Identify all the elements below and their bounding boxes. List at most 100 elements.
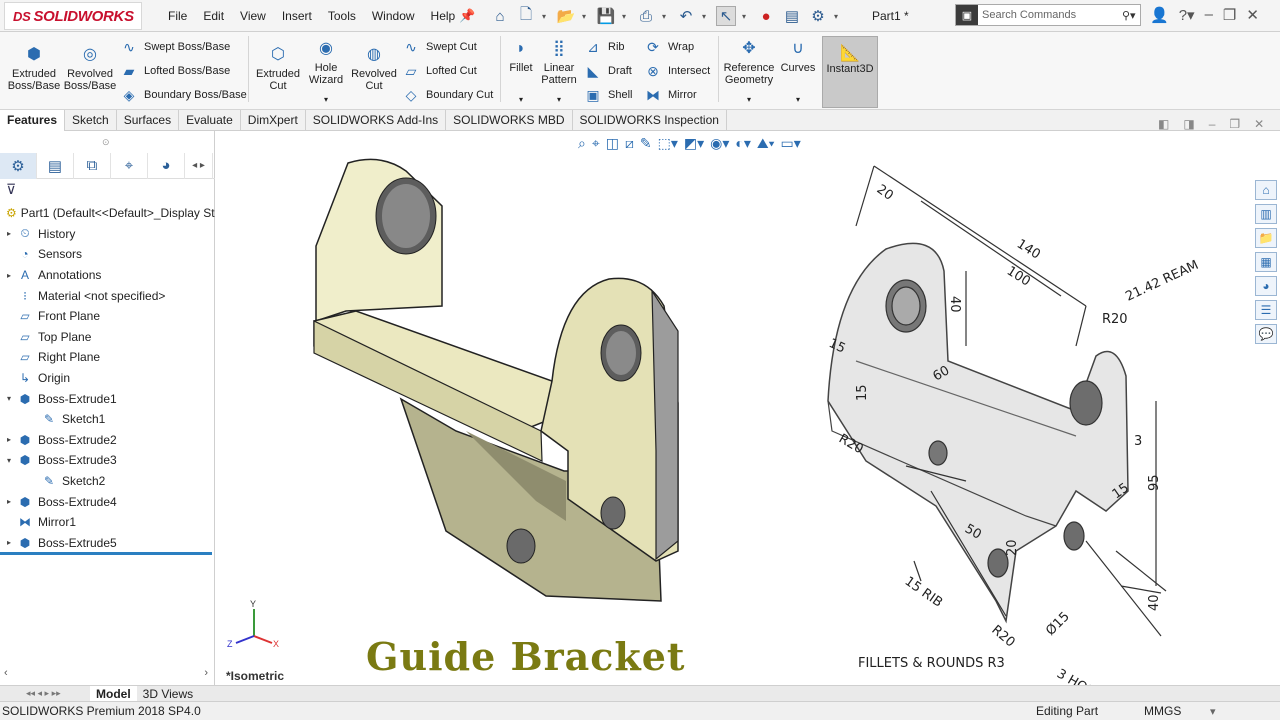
help-icon[interactable]: ?▾ [1179, 6, 1195, 24]
options-gear-icon[interactable]: ⚙ [808, 6, 828, 26]
instant3d-button[interactable]: 📐 Instant3D [822, 36, 878, 108]
tree-item[interactable]: ✎ Sketch2 [0, 471, 215, 492]
linear-pattern-button[interactable]: ⣿ Linear Pattern ▾ [540, 38, 578, 106]
section-view-icon[interactable]: ⧄ [625, 135, 634, 152]
tab-mbd[interactable]: SOLIDWORKS MBD [446, 110, 573, 131]
tab-model[interactable]: Model [90, 685, 137, 702]
draft-button[interactable]: ◣ Draft [584, 61, 632, 81]
chevron-down-icon[interactable]: ▾ [834, 12, 842, 21]
viewport-tile-left-icon[interactable]: ◧ [1158, 117, 1169, 131]
lofted-boss-button[interactable]: ▰ Lofted Boss/Base [120, 61, 231, 81]
expand-toggle-icon[interactable]: ▸ [4, 435, 14, 444]
pin-icon[interactable]: 📌 [459, 8, 475, 24]
close-icon[interactable]: ✕ [1246, 6, 1259, 24]
viewport-tile-right-icon[interactable]: ◨ [1183, 117, 1194, 131]
chevron-down-icon[interactable]: ▾ [542, 12, 550, 21]
viewport-minimize-icon[interactable]: – [1209, 117, 1216, 131]
chevron-down-icon[interactable]: ▾ [742, 12, 750, 21]
maximize-icon[interactable]: ❐ [1223, 6, 1236, 24]
tree-item[interactable]: ▾ ⬢ Boss-Extrude1 [0, 388, 215, 409]
lofted-cut-button[interactable]: ▱ Lofted Cut [402, 61, 477, 81]
edit-appearance-icon[interactable]: ◐▾ [735, 135, 750, 152]
tab-nav-arrows-icon[interactable]: ◂◂ ◂ ▸ ▸▸ [0, 688, 90, 699]
view-settings-icon[interactable]: ▭▾ [781, 135, 801, 152]
pane-arrows-icon[interactable]: ◂ ▸ [185, 152, 213, 179]
file-properties-icon[interactable]: ▤ [782, 6, 802, 26]
tab-dimxpert[interactable]: DimXpert [241, 110, 306, 131]
display-manager-tab-icon[interactable]: ◕ [148, 152, 185, 179]
tree-item[interactable]: ▸ ⏲ History [0, 224, 215, 245]
tree-item[interactable]: ✎ Sketch1 [0, 409, 215, 430]
reference-geometry-button[interactable]: ✥ Reference Geometry ▾ [722, 38, 776, 106]
view-orientation-icon[interactable]: ⬚▾ [658, 135, 678, 152]
new-document-icon[interactable]: 🗋 [516, 6, 536, 26]
graphics-area[interactable]: Y X Z 20 140 100 40 15 R20 21.42 REAM 60… [216, 117, 1280, 685]
tab-surfaces[interactable]: Surfaces [117, 110, 180, 131]
isometric-part-model[interactable] [313, 158, 679, 602]
wrap-button[interactable]: ⟳ Wrap [644, 37, 694, 57]
dynamic-annotation-icon[interactable]: ✎ [640, 135, 652, 152]
shell-button[interactable]: ▣ Shell [584, 85, 632, 105]
expand-toggle-icon[interactable]: ▸ [4, 538, 14, 547]
tab-features[interactable]: Features [0, 110, 66, 131]
expand-toggle-icon[interactable]: ▸ [4, 229, 14, 238]
scroll-right-icon[interactable]: › [204, 667, 208, 679]
minimize-icon[interactable]: – [1205, 6, 1213, 24]
tree-item[interactable]: ⧓ Mirror1 [0, 512, 215, 533]
expand-toggle-icon[interactable]: ▾ [4, 456, 14, 465]
model-canvas[interactable]: Y X Z 201401004015R2021.42 REAM6015R20 3… [216, 131, 1280, 685]
tree-item[interactable]: ◔ Sensors [0, 244, 215, 265]
boundary-boss-button[interactable]: ◈ Boundary Boss/Base [120, 85, 247, 105]
expand-toggle-icon[interactable]: ▸ [4, 497, 14, 506]
search-commands[interactable]: ▣ Search Commands ⚲▾ [955, 4, 1141, 26]
filter-icon[interactable]: ⊽ [6, 181, 16, 198]
swept-boss-button[interactable]: ∿ Swept Boss/Base [120, 37, 230, 57]
tab-addins[interactable]: SOLIDWORKS Add-Ins [306, 110, 447, 131]
fillet-button[interactable]: ◗ Fillet ▾ [504, 38, 538, 106]
tab-evaluate[interactable]: Evaluate [179, 110, 241, 131]
boundary-cut-button[interactable]: ◇ Boundary Cut [402, 85, 494, 105]
zoom-to-fit-icon[interactable]: ⌕ [578, 135, 586, 152]
tree-root-part[interactable]: ⚙ Part1 (Default<<Default>_Display Sta [0, 203, 215, 224]
search-icon[interactable]: ⚲▾ [1122, 9, 1140, 22]
tree-item[interactable]: ▾ ⬢ Boss-Extrude3 [0, 450, 215, 471]
solidworks-logo[interactable]: DS SOLIDWORKS [4, 2, 142, 30]
hole-wizard-button[interactable]: ◉ Hole Wizard ▾ [304, 38, 348, 106]
tab-3d-views[interactable]: 3D Views [137, 686, 199, 702]
menu-view[interactable]: View [232, 9, 274, 23]
save-icon[interactable]: 💾 [596, 6, 616, 26]
search-input[interactable]: Search Commands [978, 9, 1122, 21]
intersect-button[interactable]: ⊗ Intersect [644, 61, 710, 81]
view-palette-icon[interactable]: ▦ [1255, 252, 1277, 272]
tree-item[interactable]: ⁝ Material <not specified> [0, 285, 215, 306]
tree-item[interactable]: ▱ Front Plane [0, 306, 215, 327]
tree-item[interactable]: ▱ Top Plane [0, 327, 215, 348]
chevron-down-icon[interactable]: ▾ [557, 94, 561, 106]
tab-inspection[interactable]: SOLIDWORKS Inspection [573, 110, 727, 131]
solidworks-resources-icon[interactable]: ⌂ [1255, 180, 1277, 200]
chevron-down-icon[interactable]: ▾ [622, 12, 630, 21]
select-cursor-icon[interactable]: ↖ [716, 6, 736, 26]
chevron-down-icon[interactable]: ▾ [324, 94, 328, 106]
previous-view-icon[interactable]: ◫ [606, 135, 619, 152]
menu-window[interactable]: Window [364, 9, 423, 23]
open-folder-icon[interactable]: 📂 [556, 6, 576, 26]
tree-item[interactable]: ▱ Right Plane [0, 347, 215, 368]
rollback-bar[interactable] [0, 552, 212, 555]
status-units-dropdown-icon[interactable]: ▾ [1210, 705, 1216, 718]
chevron-down-icon[interactable]: ▾ [796, 94, 800, 106]
appearances-icon[interactable]: ◕ [1255, 276, 1277, 296]
chevron-down-icon[interactable]: ▾ [582, 12, 590, 21]
display-style-icon[interactable]: ◩▾ [684, 135, 704, 152]
menu-tools[interactable]: Tools [320, 9, 364, 23]
zoom-to-area-icon[interactable]: ⌖ [592, 135, 600, 152]
tree-item[interactable]: ▸ A Annotations [0, 265, 215, 286]
design-library-icon[interactable]: ▥ [1255, 204, 1277, 224]
status-units[interactable]: MMGS [1144, 704, 1181, 718]
dimxpert-manager-tab-icon[interactable]: ⌖ [111, 152, 148, 179]
pane-grip[interactable]: ⊙ [102, 137, 110, 148]
pane-scrollbar[interactable]: ‹ › [0, 665, 212, 681]
tree-item[interactable]: ▸ ⬢ Boss-Extrude2 [0, 430, 215, 451]
revolved-boss-button[interactable]: ◎ Revolved Boss/Base [64, 44, 117, 93]
menu-file[interactable]: File [160, 9, 195, 23]
